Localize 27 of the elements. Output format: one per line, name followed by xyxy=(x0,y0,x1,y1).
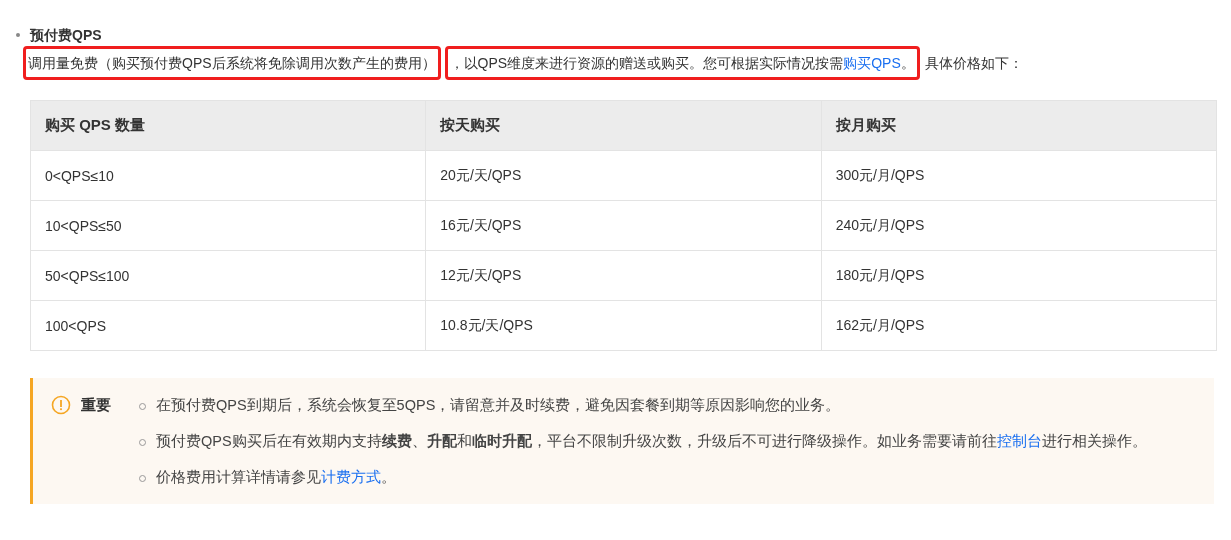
table-cell: 0<QPS≤10 xyxy=(30,150,426,201)
table-cell: 16元/天/QPS xyxy=(425,200,822,251)
table-cell: 100<QPS xyxy=(30,300,426,351)
table-cell: 240元/月/QPS xyxy=(821,200,1217,251)
column-header: 购买 QPS 数量 xyxy=(30,100,426,151)
link[interactable]: 购买QPS xyxy=(843,55,901,71)
table-cell: 50<QPS≤100 xyxy=(30,250,426,301)
section-title: 预付费QPS xyxy=(30,26,102,45)
table-cell: 10.8元/天/QPS xyxy=(425,300,822,351)
column-header: 按天购买 xyxy=(425,100,822,151)
table-cell: 162元/月/QPS xyxy=(821,300,1217,351)
annotation-box: 调用量免费（购买预付费QPS后系统将免除调用次数产生的费用） xyxy=(23,46,441,80)
table-cell: 20元/天/QPS xyxy=(425,150,822,201)
intro-text: 调用量免费（购买预付费QPS后系统将免除调用次数产生的费用） ，以QPS维度来进行资源的赠送或购买。您可根据实际情况按需购买QPS。 具体价格如下： xyxy=(23,46,1217,80)
annotation-box: ，以QPS维度来进行资源的赠送或购买。您可根据实际情况按需购买QPS。 xyxy=(444,46,920,80)
notice-text: 价格费用计算详情请参见计费方式。 xyxy=(156,468,396,487)
table-cell: 12元/天/QPS xyxy=(425,250,822,301)
table-cell: 10<QPS≤50 xyxy=(30,200,426,251)
notice-text: 在预付费QPS到期后，系统会恢复至5QPS，请留意并及时续费，避免因套餐到期等原因影响您的业务。 xyxy=(156,396,841,415)
warning-icon xyxy=(51,395,71,415)
table-cell: 180元/月/QPS xyxy=(821,250,1217,301)
link[interactable]: 计费方式 xyxy=(321,469,381,485)
table-cell: 300元/月/QPS xyxy=(821,150,1217,201)
link[interactable]: 控制台 xyxy=(996,433,1042,449)
notice-text: 预付费QPS购买后在有效期内支持续费、升配和临时升配，平台不限制升级次数，升级后不可进行降级操作。如业务需要请前往控制台进行相关操作。 xyxy=(156,432,1147,451)
column-header: 按月购买 xyxy=(821,100,1217,151)
notice-label: 重要 xyxy=(81,395,112,415)
